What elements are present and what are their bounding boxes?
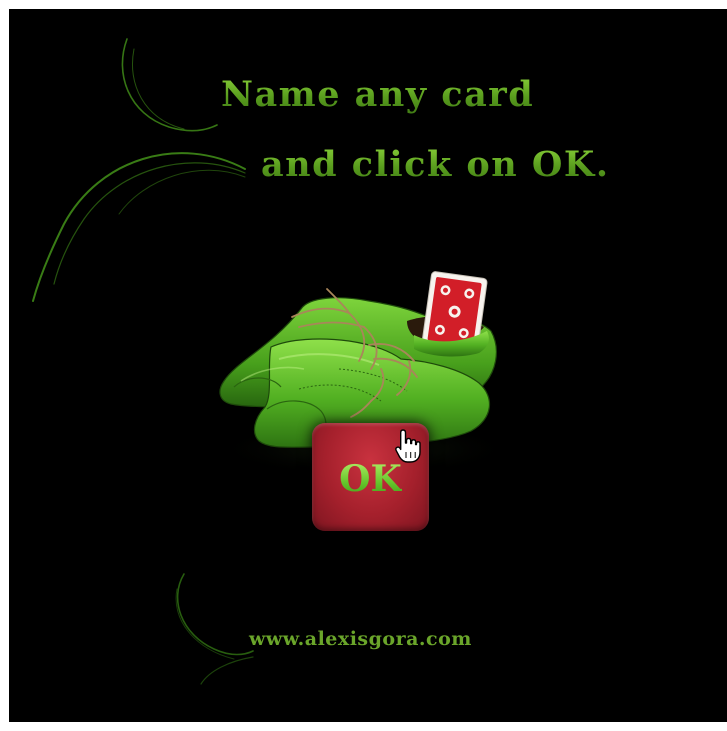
hand-pointer-icon (395, 429, 421, 463)
instruction-line-2: and click on OK. (261, 144, 610, 185)
website-link[interactable]: www.alexisgora.com (249, 628, 472, 650)
ok-button-label: OK (339, 458, 402, 500)
magic-trick-screen: Name any card and click on OK. OK www.al… (9, 9, 727, 722)
instruction-line-1: Name any card (221, 74, 535, 115)
green-shoes-with-card-icon (214, 271, 514, 477)
